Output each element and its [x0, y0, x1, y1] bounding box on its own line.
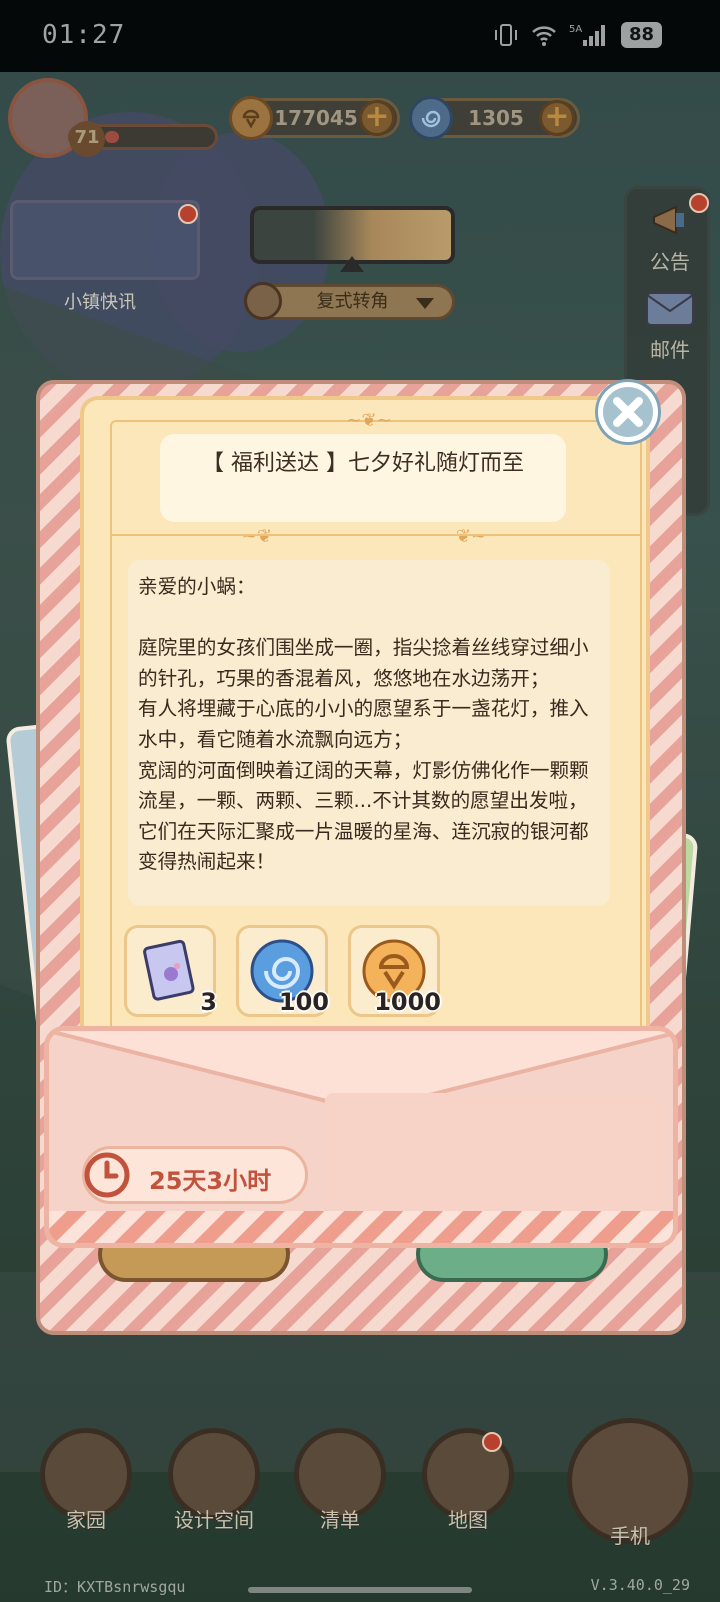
clock-icon [84, 1152, 130, 1198]
reward-qty: 3 [200, 988, 217, 1016]
ornament-top: ~❦~ [346, 410, 392, 431]
mail-paragraph: 庭院里的女孩们围坐成一圈，指尖捻着丝线穿过细小的针孔，巧果的香混着风，悠悠地在水… [138, 636, 589, 690]
coin-counter: 177045 + [229, 96, 400, 140]
close-button[interactable] [598, 382, 658, 442]
envelope-flap [49, 1031, 673, 1243]
envelope-icon [646, 292, 694, 326]
ornament-right: ❦~ [455, 526, 487, 547]
day-night-pointer [340, 256, 364, 272]
reward-gem[interactable]: 100 [236, 925, 329, 1017]
megaphone-icon [653, 205, 684, 235]
add-gems-button[interactable]: + [539, 100, 575, 136]
home-indicator[interactable] [248, 1587, 472, 1593]
gem-counter: 1305 + [409, 96, 580, 140]
player-id: ID：KXTBsnrwsgqu [44, 1578, 186, 1596]
view-select-label: 复式转角 [316, 291, 389, 312]
exp-fill [105, 131, 119, 143]
nav-list-label: 清单 [320, 1508, 360, 1532]
mail-paragraph: 有人将埋藏于心底的小小的愿望系于一盏花灯，推入水中，看它随着水流飘向远方； [138, 697, 589, 751]
mail-button[interactable]: 邮件 [627, 289, 713, 363]
mail-greeting: 亲爱的小蜗： [138, 575, 256, 598]
reward-scroll[interactable]: 3 [124, 925, 217, 1017]
close-icon [613, 397, 643, 427]
reward-qty: 1000 [374, 988, 441, 1016]
mail-title: 【 福利送达 】七夕好礼随灯而至 [160, 434, 566, 522]
reward-qty: 100 [278, 988, 329, 1016]
ornament-left: ~❦ [241, 526, 273, 547]
app-version: V.3.40.0_29 [590, 1576, 690, 1594]
reward-coin[interactable]: 1000 [348, 925, 441, 1017]
mail-paragraph: 宽阔的河面倒映着辽阔的天幕，灯影仿佛化作一颗颗流星，一颗、两颗、三颗...不计其… [138, 758, 589, 874]
title-separator [112, 534, 642, 536]
coin-icon [229, 96, 273, 140]
house-icon[interactable] [244, 282, 282, 320]
chevron-down-icon [416, 298, 434, 309]
nav-map-label: 地图 [448, 1508, 488, 1532]
add-coins-button[interactable]: + [359, 100, 395, 136]
coin-value: 177045 [274, 106, 358, 130]
news-thumbnail[interactable] [10, 200, 200, 280]
nav-phone-label: 手机 [610, 1524, 650, 1548]
mail-label: 邮件 [650, 338, 690, 362]
news-notification-dot [178, 204, 198, 224]
nav-home-label: 家园 [66, 1508, 106, 1532]
news-label: 小镇快讯 [64, 292, 136, 313]
notice-label: 公告 [650, 250, 690, 274]
level-bar: 71 [68, 121, 218, 157]
nav-design-label: 设计空间 [174, 1508, 254, 1532]
envelope [44, 1026, 678, 1248]
notice-notification-dot [689, 193, 709, 213]
map-notification-dot [482, 1432, 502, 1452]
level-number: 71 [69, 121, 105, 157]
gem-value: 1305 [468, 106, 524, 130]
swirl-gem-icon [409, 96, 453, 140]
mail-body: 亲爱的小蜗： 庭院里的女孩们围坐成一圈，指尖捻着丝线穿过细小的针孔，巧果的香混着… [128, 560, 610, 906]
expiry-timer: 25天3小时 [82, 1146, 308, 1204]
expiry-text: 25天3小时 [149, 1167, 272, 1195]
